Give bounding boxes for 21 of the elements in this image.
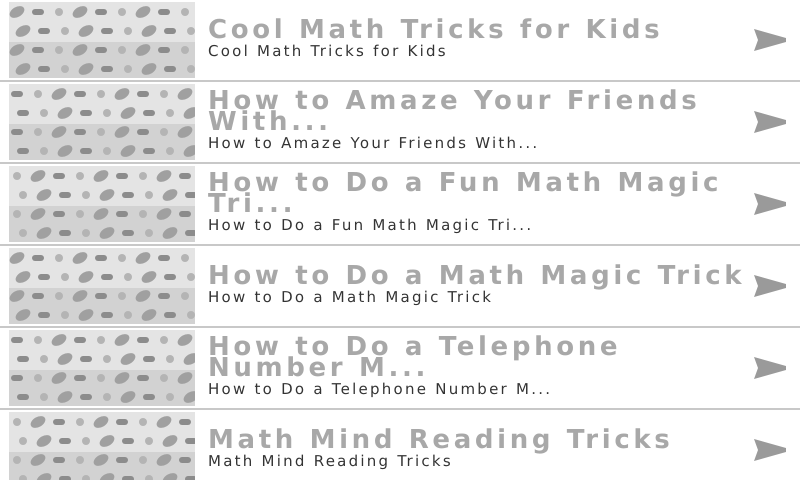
chevron-right-icon — [754, 275, 786, 297]
chevron-right-icon — [754, 29, 786, 51]
chevron-right-icon — [754, 439, 786, 461]
list-item[interactable]: Cool Math Tricks for Kids Cool Math Tricks for Kids — [0, 0, 800, 82]
list-item[interactable]: How to Do a Telephone Number M... How to Do a Telephone Number M... — [0, 328, 800, 410]
item-title: Cool Math Tricks for Kids — [208, 20, 664, 40]
list-item[interactable]: How to Amaze Your Friends With... How to Amaze Your Friends With... — [0, 82, 800, 164]
chevron-right-icon — [754, 193, 786, 215]
chevron-right-icon — [754, 357, 786, 379]
item-subtitle: How to Do a Telephone Number M... — [208, 379, 554, 399]
item-subtitle: Math Mind Reading Tricks — [208, 452, 453, 470]
item-subtitle: How to Do a Fun Math Magic Tri... — [208, 215, 534, 235]
item-title: How to Do a Telephone Number M... — [208, 337, 622, 379]
list-item[interactable]: How to Do a Fun Math Magic Tri... How to Do a Fun Math Magic Tri... — [0, 164, 800, 246]
item-subtitle: How to Do a Math Magic Trick — [208, 286, 494, 306]
item-title: How to Amaze Your Friends With... — [208, 91, 702, 133]
list-item[interactable]: How to Do a Math Magic Trick How to Do a Math Magic Trick — [0, 246, 800, 328]
item-title: How to Do a Fun Math Magic Tri... — [208, 173, 724, 215]
item-subtitle: Cool Math Tricks for Kids — [208, 40, 449, 60]
chevron-right-icon — [754, 111, 786, 133]
item-subtitle: How to Amaze Your Friends With... — [208, 133, 540, 153]
